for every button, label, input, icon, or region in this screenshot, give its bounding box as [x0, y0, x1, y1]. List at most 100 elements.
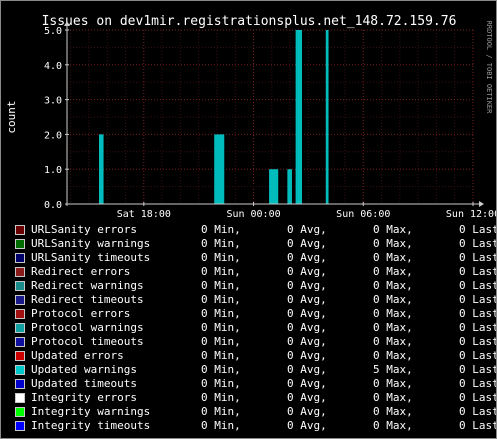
legend-min: 0 Min,	[201, 419, 241, 432]
legend-swatch	[15, 379, 25, 389]
legend-swatch	[15, 323, 25, 333]
legend-min: 0 Min,	[201, 377, 241, 390]
legend-min: 0 Min,	[201, 279, 241, 292]
legend-avg: 0 Avg,	[287, 419, 327, 432]
legend-avg: 0 Avg,	[287, 363, 327, 376]
legend-min: 0 Min,	[201, 237, 241, 250]
legend-last: 0 Last	[459, 279, 497, 292]
legend-label: Updated warnings	[31, 363, 137, 376]
legend-last: 0 Last	[459, 349, 497, 362]
legend-label: Redirect timeouts	[31, 293, 144, 306]
legend-last: 0 Last	[459, 307, 497, 320]
legend-max: 0 Max,	[373, 349, 413, 362]
data-bar	[214, 134, 225, 204]
x-tick-label: Sun 00:00	[226, 209, 280, 220]
y-tick-label: 2.0	[44, 130, 62, 141]
legend-min: 0 Min,	[201, 223, 241, 236]
y-tick-label: 5.0	[44, 26, 62, 37]
legend-label: Integrity warnings	[31, 405, 151, 418]
x-tick-label: Sat 18:00	[117, 209, 171, 220]
y-axis-label: count	[5, 100, 18, 133]
legend-swatch	[15, 267, 25, 277]
legend-last: 0 Last	[459, 377, 497, 390]
legend-max: 0 Max,	[373, 335, 413, 348]
legend-max: 0 Max,	[373, 223, 413, 236]
legend-swatch	[15, 309, 25, 319]
legend-label: URLSanity timeouts	[31, 251, 151, 264]
legend-max: 0 Max,	[373, 251, 413, 264]
legend-min: 0 Min,	[201, 391, 241, 404]
legend-last: 0 Last	[459, 321, 497, 334]
legend-avg: 0 Avg,	[287, 349, 327, 362]
legend-label: Integrity errors	[31, 391, 137, 404]
legend-min: 0 Min,	[201, 335, 241, 348]
legend-swatch	[15, 337, 25, 347]
data-bar	[287, 169, 292, 204]
legend-avg: 0 Avg,	[287, 223, 327, 236]
legend-swatch	[15, 295, 25, 305]
legend-max: 0 Max,	[373, 237, 413, 250]
legend-label: Protocol timeouts	[31, 335, 144, 348]
legend-min: 0 Min,	[201, 363, 241, 376]
data-bar	[325, 30, 329, 204]
data-bar	[269, 169, 279, 204]
x-tick-labels: Sat 18:00 Sun 00:00 Sun 06:00 Sun 12:00	[117, 202, 496, 220]
legend-avg: 0 Avg,	[287, 293, 327, 306]
legend-min: 0 Min,	[201, 265, 241, 278]
legend-avg: 0 Avg,	[287, 237, 327, 250]
legend-swatch	[15, 281, 25, 291]
legend-swatch	[15, 365, 25, 375]
legend-last: 0 Last	[459, 405, 497, 418]
legend-min: 0 Min,	[201, 321, 241, 334]
legend-avg: 0 Avg,	[287, 265, 327, 278]
legend-max: 0 Max,	[373, 391, 413, 404]
legend-max: 5 Max,	[373, 363, 413, 376]
legend-max: 0 Max,	[373, 265, 413, 278]
legend-swatch	[15, 253, 25, 263]
legend-max: 0 Max,	[373, 419, 413, 432]
y-tick-label: 4.0	[44, 61, 62, 72]
legend-min: 0 Min,	[201, 307, 241, 320]
watermark: RRDTOOL / TOBI OETIKER	[485, 21, 493, 115]
legend-avg: 0 Avg,	[287, 377, 327, 390]
legend-swatch	[15, 351, 25, 361]
x-tick-label: Sun 06:00	[336, 209, 390, 220]
y-tick-labels: 0.0 1.0 2.0 3.0 4.0 5.0	[44, 26, 69, 211]
legend-label: URLSanity errors	[31, 223, 137, 236]
legend-swatch	[15, 421, 25, 431]
legend-swatch	[15, 239, 25, 249]
legend-avg: 0 Avg,	[287, 335, 327, 348]
legend-max: 0 Max,	[373, 307, 413, 320]
legend-last: 0 Last	[459, 419, 497, 432]
legend-avg: 0 Avg,	[287, 391, 327, 404]
legend-avg: 0 Avg,	[287, 307, 327, 320]
legend-last: 0 Last	[459, 293, 497, 306]
legend-label: Protocol warnings	[31, 321, 144, 334]
legend-max: 0 Max,	[373, 321, 413, 334]
legend-avg: 0 Avg,	[287, 405, 327, 418]
legend-last: 0 Last	[459, 391, 497, 404]
legend-label: Redirect warnings	[31, 279, 144, 292]
legend-max: 0 Max,	[373, 293, 413, 306]
legend-label: Redirect errors	[31, 265, 131, 278]
legend-swatch	[15, 407, 25, 417]
legend-avg: 0 Avg,	[287, 279, 327, 292]
x-tick-label: Sun 12:00	[446, 209, 496, 220]
y-tick-label: 1.0	[44, 165, 62, 176]
legend-last: 0 Last	[459, 335, 497, 348]
x-axis-arrow	[479, 201, 484, 207]
legend-max: 0 Max,	[373, 405, 413, 418]
legend-avg: 0 Avg,	[287, 321, 327, 334]
legend-last: 0 Last	[459, 363, 497, 376]
legend-min: 0 Min,	[201, 251, 241, 264]
legend-min: 0 Min,	[201, 349, 241, 362]
legend-avg: 0 Avg,	[287, 251, 327, 264]
legend-max: 0 Max,	[373, 377, 413, 390]
data-bar	[99, 134, 104, 204]
legend-last: 0 Last	[459, 251, 497, 264]
legend-label: Updated timeouts	[31, 377, 137, 390]
legend-swatch	[15, 225, 25, 235]
legend-last: 0 Last	[459, 237, 497, 250]
legend-label: URLSanity warnings	[31, 237, 151, 250]
y-tick-label: 0.0	[44, 200, 62, 211]
